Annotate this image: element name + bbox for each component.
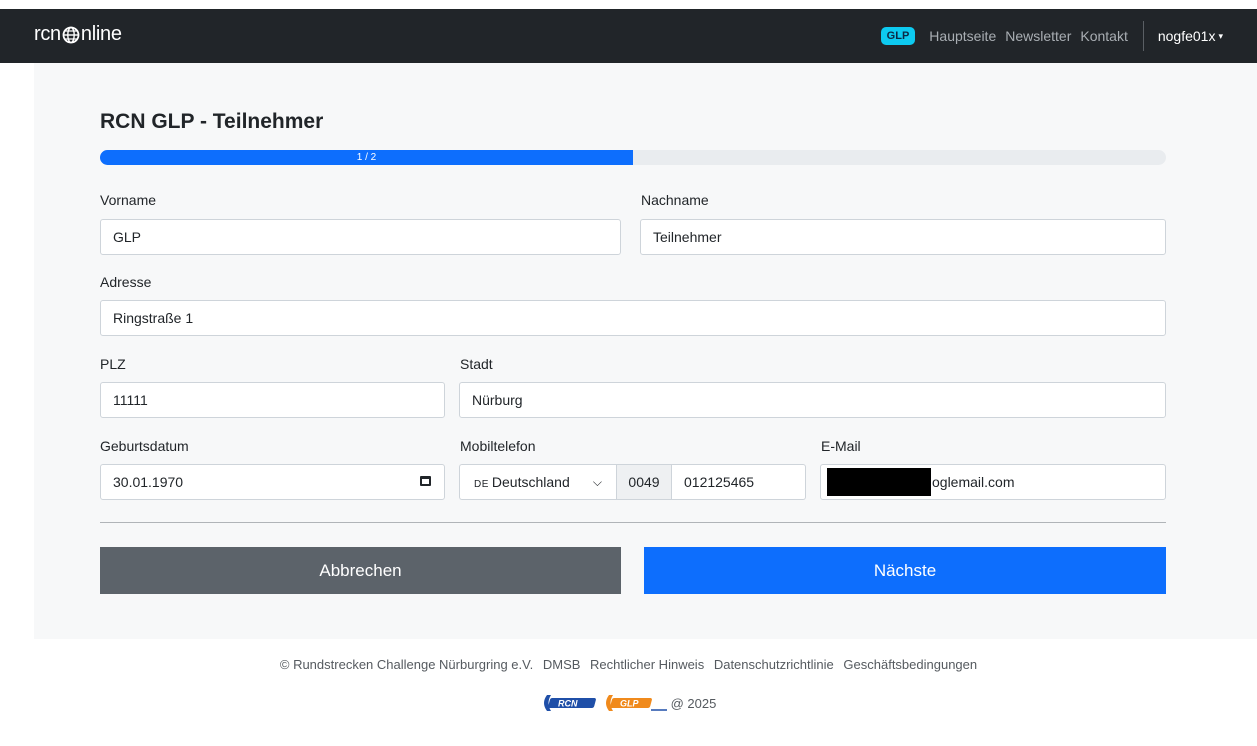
vorname-label: Vorname <box>100 192 157 208</box>
brand-logo[interactable]: rcn nline <box>34 23 122 46</box>
footer-links: © Rundstrecken Challenge Nürburgring e.V… <box>0 657 1257 672</box>
next-button[interactable]: Nächste <box>644 547 1166 594</box>
footer-link-dmsb[interactable]: DMSB <box>543 657 581 672</box>
brand-prefix: rcn <box>34 23 61 45</box>
footer-link-rechtlicher-hinweis[interactable]: Rechtlicher Hinweis <box>590 657 704 672</box>
nav-separator <box>1142 21 1144 51</box>
nav-link-kontakt[interactable]: Kontakt <box>1080 28 1127 44</box>
rcn-logo-text: RCN <box>558 699 578 709</box>
phone-input[interactable]: 012125465 <box>672 464 806 500</box>
nachname-label: Nachname <box>641 192 709 208</box>
email-label: E-Mail <box>821 438 861 454</box>
navbar: rcn nline GLP Hauptseite Newsletter Kont… <box>0 9 1257 63</box>
chevron-down-icon: ⌵ <box>592 475 602 489</box>
footer-copyright: © Rundstrecken Challenge Nürburgring e.V… <box>279 657 534 672</box>
cancel-button[interactable]: Abbrechen <box>100 547 621 594</box>
footer-logos: RCN GLP @ 2025 <box>0 692 1257 714</box>
footer-link-datenschutz[interactable]: Datenschutzrichtlinie <box>714 657 834 672</box>
country-name: Deutschland <box>491 474 570 490</box>
nav-right: GLP Hauptseite Newsletter Kontakt nogfe0… <box>880 9 1257 63</box>
adresse-label: Adresse <box>100 274 152 290</box>
country-code: DE <box>474 479 489 490</box>
user-name: nogfe01x <box>1157 28 1216 44</box>
nachname-input[interactable]: Teilnehmer <box>640 219 1166 255</box>
footer-year: @ 2025 <box>670 695 717 711</box>
plz-input[interactable]: 11111 <box>100 382 445 418</box>
brand-suffix: nline <box>80 23 122 45</box>
glp-logo: GLP <box>605 695 667 711</box>
caret-down-icon: ▾ <box>1218 30 1223 41</box>
calendar-icon[interactable] <box>420 476 431 486</box>
form-divider <box>100 522 1166 523</box>
progress-bar: 1 / 2 <box>100 150 633 165</box>
plz-label: PLZ <box>100 356 126 372</box>
nav-link-newsletter[interactable]: Newsletter <box>1005 28 1071 44</box>
geburtsdatum-value: 30.01.1970 <box>113 474 184 490</box>
globe-icon <box>62 26 80 43</box>
glp-logo-text: GLP <box>620 699 639 709</box>
country-select[interactable]: DE Deutschland ⌵ <box>459 464 616 500</box>
progress-track: 1 / 2 <box>100 150 1166 165</box>
phone-prefix: 0049 <box>616 464 672 500</box>
glp-badge[interactable]: GLP <box>880 27 916 45</box>
adresse-input[interactable]: Ringstraße 1 <box>100 300 1166 336</box>
top-strip <box>0 0 1257 9</box>
stadt-input[interactable]: Nürburg <box>459 382 1166 418</box>
rcn-logo: RCN <box>543 695 596 711</box>
mobiltelefon-label: Mobiltelefon <box>460 438 536 454</box>
stadt-label: Stadt <box>460 356 493 372</box>
redaction-box <box>827 468 931 496</box>
footer-link-geschaeftsbedingungen[interactable]: Geschäftsbedingungen <box>843 657 977 672</box>
page-title: RCN GLP - Teilnehmer <box>100 110 324 133</box>
nav-link-hauptseite[interactable]: Hauptseite <box>929 28 996 44</box>
user-menu[interactable]: nogfe01x ▾ <box>1158 28 1223 44</box>
vorname-input[interactable]: GLP <box>100 219 621 255</box>
geburtsdatum-input[interactable]: 30.01.1970 <box>100 464 445 500</box>
geburtsdatum-label: Geburtsdatum <box>100 438 189 454</box>
